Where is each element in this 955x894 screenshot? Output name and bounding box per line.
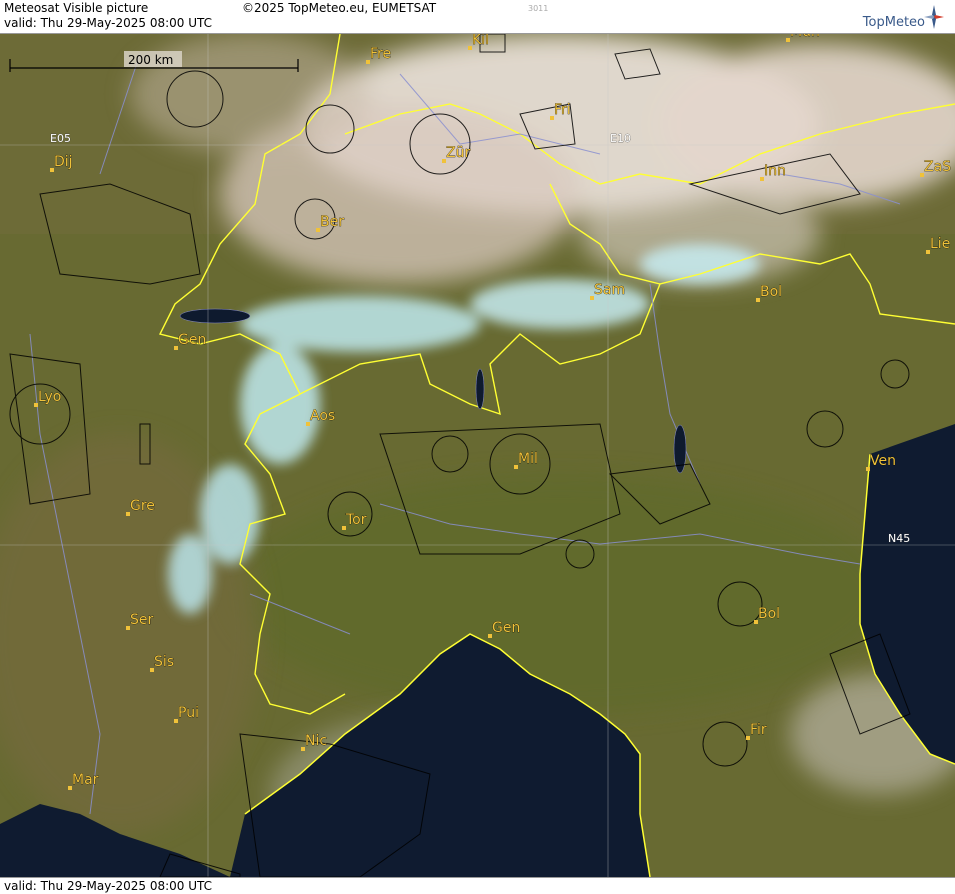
city-lie-9: Lie — [926, 236, 951, 254]
compass-star-icon — [924, 5, 944, 29]
city-label: Fre — [370, 46, 391, 62]
product-title: Meteosat Visible picture — [4, 1, 149, 15]
city-sis-22: Sis — [150, 654, 174, 672]
city-tor-18: Tor — [342, 512, 367, 530]
map-header: Meteosat Visible picture ©2025 TopMeteo.… — [0, 0, 955, 34]
city-label: Kil — [472, 34, 489, 48]
city-label: Mün — [790, 34, 820, 40]
city-mar-26: Mar — [68, 772, 99, 790]
grid-label-n45: N45 — [888, 532, 910, 545]
city-label: Tor — [345, 512, 367, 528]
image-id: 3011 — [528, 4, 549, 13]
map-canvas: E05 E10 N45 200 km KilFreFriDijZürInn Za… — [0, 34, 955, 877]
city-label: Bol — [758, 606, 780, 622]
city-fre-2: Fre — [366, 46, 391, 64]
city-bol-21: Bol — [754, 606, 780, 624]
city-sam-10: Sam — [590, 282, 625, 300]
city-label: Zür — [446, 145, 470, 161]
city-pui-23: Pui — [174, 705, 199, 723]
city-dij-4: Dij — [50, 154, 73, 172]
city-label: Gen — [178, 332, 206, 348]
city-label: Dij — [54, 154, 73, 170]
city-label: Ven — [870, 453, 896, 469]
city-label: Gre — [130, 498, 155, 514]
city-label: Aos — [310, 408, 335, 424]
grid-label-e05: E05 — [50, 132, 71, 145]
city-zür-5: Zür — [442, 145, 471, 163]
city-zas-7: ZaS — [920, 159, 951, 177]
city-label: ZaS — [924, 159, 951, 175]
city-lyo-13: Lyo — [34, 389, 62, 407]
city-label: Sis — [154, 654, 174, 670]
city-label: Bol — [760, 284, 782, 300]
city-label: Gen — [492, 620, 520, 636]
city-bol-11: Bol — [756, 284, 782, 302]
logo-text: TopMeteo — [862, 15, 925, 30]
city-gre-17: Gre — [126, 498, 155, 516]
city-label: Ber — [320, 214, 344, 230]
city-label: Sam — [594, 282, 625, 298]
city-label: Nic — [305, 733, 327, 749]
valid-time-footer: valid: Thu 29-May-2025 08:00 UTC — [4, 879, 213, 893]
topmeteo-logo[interactable]: TopMeteo — [837, 4, 947, 30]
city-aos-14: Aos — [306, 408, 336, 426]
city-label: Fri — [554, 102, 571, 118]
scale-bar-label: 200 km — [128, 53, 173, 67]
city-label: Lyo — [38, 389, 61, 405]
city-gen-20: Gen — [488, 620, 521, 638]
city-label: Mar — [72, 772, 99, 788]
city-label: Fir — [750, 722, 767, 738]
city-ven-16: Ven — [866, 453, 896, 471]
city-nic-24: Nic — [301, 733, 327, 751]
city-label: Inn — [764, 163, 786, 179]
city-label: Ser — [130, 612, 154, 628]
city-inn-6: Inn — [760, 163, 786, 181]
map-footer: valid: Thu 29-May-2025 08:00 UTC — [0, 877, 955, 894]
city-gen-12: Gen — [174, 332, 207, 350]
copyright-text: ©2025 TopMeteo.eu, EUMETSAT — [242, 1, 437, 15]
city-ber-8: Ber — [316, 214, 345, 232]
city-ser-19: Ser — [126, 612, 154, 630]
satellite-map[interactable]: E05 E10 N45 200 km Kil Fre Fri Dij Zür I… — [0, 34, 955, 877]
city-label: Mil — [518, 451, 538, 467]
city-label: Pui — [178, 705, 199, 721]
city-mil-15: Mil — [514, 451, 538, 469]
city-kil-0: Kil — [468, 34, 489, 50]
city-label: Lie — [930, 236, 950, 252]
grid-label-e10: E10 — [610, 132, 631, 145]
city-fri-3: Fri — [550, 102, 571, 120]
valid-time: valid: Thu 29-May-2025 08:00 UTC — [4, 16, 213, 30]
city-fir-25: Fir — [746, 722, 767, 740]
